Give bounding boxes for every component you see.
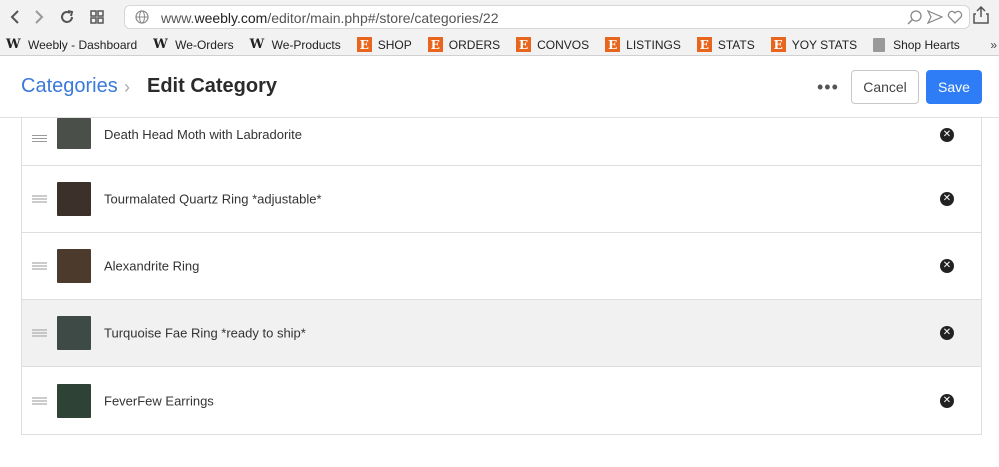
etsy-icon: E <box>427 37 443 52</box>
product-row[interactable]: Tourmalated Quartz Ring *adjustable* ✕ <box>22 166 981 233</box>
drag-handle-icon[interactable] <box>32 261 47 272</box>
breadcrumb-separator-icon: › <box>124 77 130 97</box>
etsy-icon: E <box>696 37 712 52</box>
bookmark-stats[interactable]: E STATS <box>696 37 755 52</box>
product-thumbnail <box>57 118 91 149</box>
etsy-icon: E <box>605 37 621 52</box>
globe-icon <box>135 10 149 29</box>
product-row[interactable]: FeverFew Earrings ✕ <box>22 367 981 434</box>
product-thumbnail <box>57 316 91 350</box>
bookmarks-bar: W Weebly - Dashboard W We-Orders W We-Produ… <box>0 34 999 56</box>
cancel-button[interactable]: Cancel <box>851 70 919 104</box>
etsy-icon: E <box>356 37 372 52</box>
breadcrumb-categories[interactable]: Categories <box>21 75 118 98</box>
product-name: Turquoise Fae Ring *ready to ship* <box>104 325 306 341</box>
product-name: Death Head Moth with Labradorite <box>104 127 303 142</box>
bookmark-convos[interactable]: E CONVOS <box>516 37 589 52</box>
weebly-icon: W <box>6 36 21 52</box>
more-options-icon[interactable]: ••• <box>817 77 839 98</box>
remove-icon[interactable]: ✕ <box>940 128 954 142</box>
drag-handle-icon[interactable] <box>32 395 47 406</box>
reload-icon[interactable] <box>56 6 78 28</box>
remove-icon[interactable]: ✕ <box>940 393 954 408</box>
product-thumbnail <box>57 383 91 418</box>
etsy-icon: E <box>516 37 532 52</box>
bookmark-shop[interactable]: E SHOP <box>356 37 412 52</box>
bookmark-yoy-stats[interactable]: E YOY STATS <box>770 37 857 52</box>
bookmark-shop-hearts[interactable]: Shop Hearts <box>873 37 960 52</box>
drag-handle-icon[interactable] <box>32 133 47 144</box>
send-icon[interactable] <box>926 9 944 30</box>
share-icon[interactable] <box>973 5 995 28</box>
address-bar[interactable]: www.weebly.com/editor/main.php#/store/ca… <box>124 5 970 29</box>
category-product-list: Death Head Moth with Labradorite ✕ Tourmal… <box>21 118 982 435</box>
product-thumbnail <box>57 249 91 283</box>
product-row[interactable]: Turquoise Fae Ring *ready to ship* ✕ <box>22 300 981 367</box>
bookmark-orders[interactable]: E ORDERS <box>427 37 500 52</box>
product-row[interactable]: Death Head Moth with Labradorite ✕ <box>22 118 981 166</box>
page-icon <box>873 37 886 52</box>
search-icon[interactable] <box>907 9 923 30</box>
bookmark-listings[interactable]: E LISTINGS <box>605 37 681 52</box>
product-name: Tourmalated Quartz Ring *adjustable* <box>104 191 322 207</box>
forward-icon[interactable] <box>28 6 50 28</box>
heart-icon[interactable] <box>947 9 963 30</box>
bookmark-we-products[interactable]: W We-Products <box>249 36 341 52</box>
product-row[interactable]: Alexandrite Ring ✕ <box>22 233 981 300</box>
remove-icon[interactable]: ✕ <box>940 326 954 340</box>
weebly-icon: W <box>249 36 265 52</box>
product-name: FeverFew Earrings <box>104 393 214 408</box>
browser-toolbar: www.weebly.com/editor/main.php#/store/ca… <box>0 0 999 34</box>
tabs-grid-icon[interactable] <box>86 6 108 28</box>
bookmark-we-orders[interactable]: W We-Orders <box>153 36 233 52</box>
page-title: Edit Category <box>147 75 278 97</box>
save-button[interactable]: Save <box>926 70 982 104</box>
bookmark-weebly-dashboard[interactable]: W Weebly - Dashboard <box>6 36 137 52</box>
back-icon[interactable] <box>4 6 26 28</box>
etsy-icon: E <box>770 37 786 52</box>
editor-header: Categories › Edit Category ••• Cancel Sa… <box>0 57 999 118</box>
product-name: Alexandrite Ring <box>104 258 200 274</box>
remove-icon[interactable]: ✕ <box>940 192 954 206</box>
url-text: www.weebly.com/editor/main.php#/store/ca… <box>161 10 499 26</box>
weebly-icon: W <box>153 36 168 52</box>
bookmarks-overflow-icon[interactable]: » <box>990 38 997 52</box>
product-thumbnail <box>57 182 91 216</box>
drag-handle-icon[interactable] <box>32 194 47 205</box>
drag-handle-icon[interactable] <box>32 328 47 339</box>
remove-icon[interactable]: ✕ <box>940 259 954 273</box>
